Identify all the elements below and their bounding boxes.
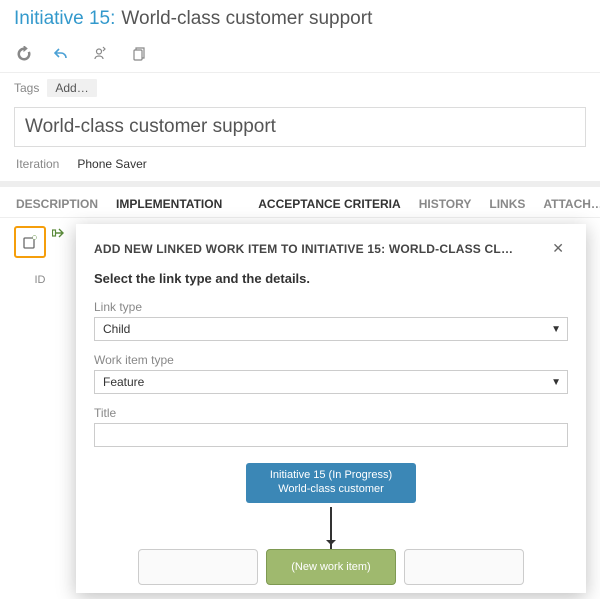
tags-label: Tags	[14, 81, 39, 95]
sibling-slot-right	[404, 549, 524, 585]
tab-links[interactable]: LINKS	[489, 197, 525, 211]
link-existing-icon[interactable]	[52, 226, 66, 240]
parent-node: Initiative 15 (In Progress) World-class …	[246, 463, 416, 503]
tabs: DESCRIPTION IMPLEMENTATION ACCEPTANCE CR…	[0, 187, 600, 218]
tab-attachments[interactable]: ATTACH…	[543, 197, 600, 211]
parent-node-line1: Initiative 15 (In Progress)	[256, 469, 406, 483]
iteration-label: Iteration	[16, 157, 59, 171]
implementation-toolbar: ID	[10, 224, 70, 593]
title-input[interactable]: World-class customer support	[14, 107, 586, 147]
sibling-slot-left	[138, 549, 258, 585]
tags-row: Tags Add…	[0, 73, 600, 103]
arrow-icon	[330, 507, 332, 549]
work-item-type-select[interactable]: Feature ▼	[94, 370, 568, 394]
link-diagram: Initiative 15 (In Progress) World-class …	[94, 463, 568, 593]
refresh-icon[interactable]	[16, 46, 32, 62]
add-linked-item-dialog: ADD NEW LINKED WORK ITEM TO INITIATIVE 1…	[76, 224, 586, 593]
link-type-value: Child	[103, 322, 130, 336]
work-item-title: World-class customer support	[121, 8, 372, 30]
chevron-down-icon: ▼	[551, 377, 561, 388]
add-linked-item-button[interactable]	[14, 226, 46, 258]
tab-description[interactable]: DESCRIPTION	[16, 197, 98, 211]
iteration-value[interactable]: Phone Saver	[77, 157, 146, 171]
tab-implementation[interactable]: IMPLEMENTATION	[116, 197, 222, 211]
work-item-type-label: Work item type	[94, 353, 568, 367]
title-label: Title	[94, 406, 568, 420]
id-column-header: ID	[35, 274, 46, 286]
new-work-item-node: (New work item)	[266, 549, 396, 585]
chevron-down-icon: ▼	[551, 324, 561, 335]
parent-node-line2: World-class customer	[256, 483, 406, 497]
iteration-row: Iteration Phone Saver	[0, 155, 600, 181]
assign-icon[interactable]	[92, 46, 108, 62]
undo-icon[interactable]	[54, 46, 70, 62]
title-input-field[interactable]	[94, 423, 568, 447]
link-type-label: Link type	[94, 300, 568, 314]
link-type-select[interactable]: Child ▼	[94, 317, 568, 341]
work-item-type-value: Feature	[103, 375, 144, 389]
page-title: Initiative 15: World-class customer supp…	[14, 8, 586, 36]
dialog-title: ADD NEW LINKED WORK ITEM TO INITIATIVE 1…	[94, 242, 513, 256]
tab-history[interactable]: HISTORY	[419, 197, 472, 211]
work-item-id: Initiative 15:	[14, 8, 115, 30]
add-tag-button[interactable]: Add…	[47, 79, 96, 97]
tab-acceptance[interactable]: ACCEPTANCE CRITERIA	[258, 197, 400, 211]
toolbar	[14, 36, 586, 72]
close-icon[interactable]: ✕	[548, 238, 568, 259]
copy-icon[interactable]	[130, 46, 146, 62]
dialog-subtitle: Select the link type and the details.	[94, 271, 568, 286]
